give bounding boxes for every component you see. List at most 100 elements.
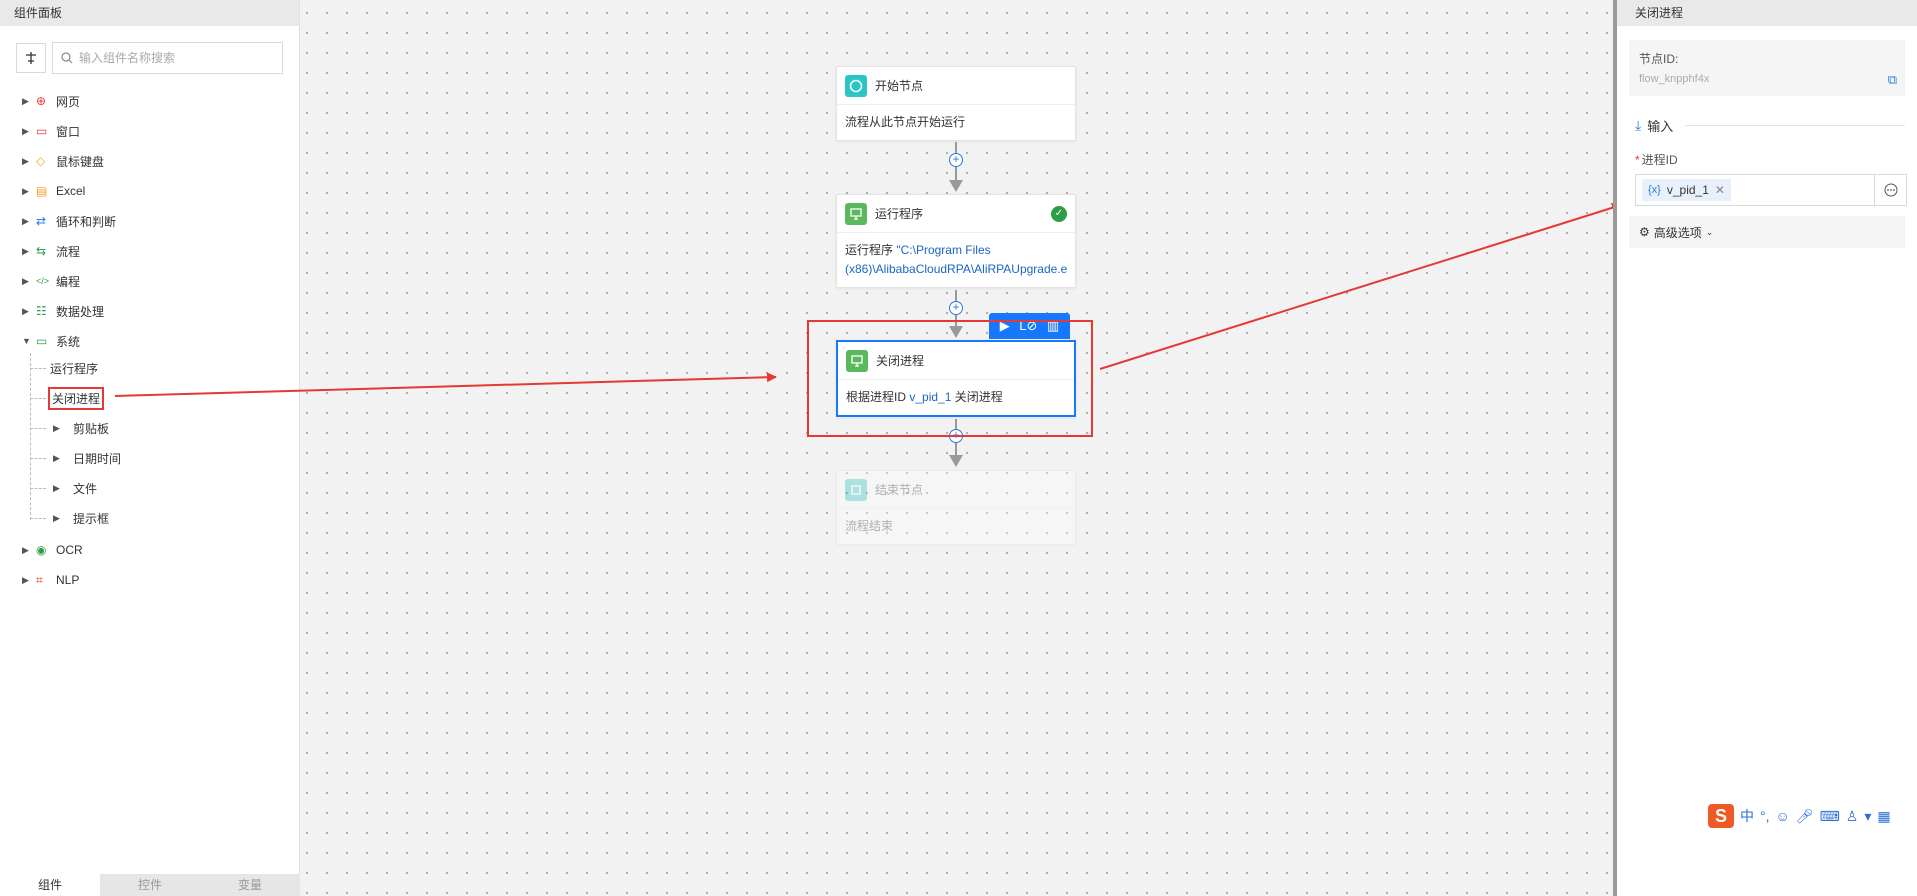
tree-item-label: OCR [56, 543, 83, 557]
flow-icon: ⇆ [36, 244, 47, 258]
tab-components[interactable]: 组件 [0, 874, 100, 896]
run-node-icon[interactable]: ▶ [1000, 318, 1010, 334]
node-variable: v_pid_1 [909, 390, 952, 404]
search-input[interactable] [79, 51, 279, 65]
node-close-process[interactable]: 关闭进程 根据进程ID v_pid_1 关闭进程 [836, 340, 1076, 417]
node-title: 关闭进程 [876, 354, 925, 368]
required-mark: * [1635, 153, 1640, 167]
tree-item-label: 循环和判断 [56, 214, 117, 229]
monitor-icon [846, 349, 868, 372]
more-options-button[interactable] [1875, 174, 1907, 206]
panel-title: 组件面板 [0, 0, 299, 26]
tree-item-label: NLP [56, 573, 80, 587]
caret-right-icon: ▶ [22, 305, 29, 316]
advanced-label: 高级选项 [1653, 225, 1702, 240]
advanced-options-toggle[interactable]: ⚙ 高级选项 ⌄ [1629, 216, 1905, 248]
emoji-icon[interactable]: ☺ [1776, 808, 1790, 824]
caret-right-icon: ▶ [53, 422, 60, 433]
section-divider [1685, 125, 1905, 126]
tree-item-web[interactable]: ▶ ⊕ 网页 [22, 86, 299, 116]
tree-item-system[interactable]: ▼ ▭ 系统 [22, 326, 299, 356]
gear-icon: ⚙ [1639, 225, 1650, 239]
node-run-program[interactable]: 运行程序 ✓ 运行程序 "C:\Program Files (x86)\Alib… [836, 194, 1076, 288]
add-node-icon[interactable]: + [949, 153, 963, 167]
process-id-input[interactable]: {x} v_pid_1 ✕ [1635, 174, 1875, 206]
section-title: 输入 [1647, 119, 1674, 134]
search-row [0, 26, 299, 84]
add-node-icon[interactable]: + [949, 429, 963, 443]
field-label-text: 进程ID [1641, 153, 1678, 167]
grid-icon[interactable]: ▦ [1877, 808, 1890, 825]
caret-right-icon: ▶ [22, 185, 29, 196]
mic-icon[interactable]: 🎤︎ [1796, 808, 1814, 825]
monitor-icon: ▭ [36, 334, 48, 348]
tree-item-mouse-keyboard[interactable]: ▶ ◇ 鼠标键盘 [22, 146, 299, 176]
tree-item-flow[interactable]: ▶ ⇆ 流程 [22, 236, 299, 266]
caret-right-icon: ▶ [53, 512, 60, 523]
node-title: 结束节点 [875, 483, 924, 497]
tree-item-label: 提示框 [73, 511, 110, 526]
sogou-logo-icon[interactable]: S [1708, 804, 1734, 828]
component-panel: 组件面板 ▶ ⊕ 网页 ▶ ▭ 窗口 ▶ ◇ 鼠标键盘 ▶ ▤ Excel [0, 0, 300, 896]
tree-item-label: 关闭进程 [47, 386, 105, 410]
caret-right-icon: ▶ [22, 125, 29, 136]
tree-item-window[interactable]: ▶ ▭ 窗口 [22, 116, 299, 146]
tree-item-label: 数据处理 [56, 304, 105, 319]
tab-controls[interactable]: 控件 [100, 874, 200, 896]
close-icon[interactable]: ✕ [1715, 183, 1725, 197]
tree-item-data[interactable]: ▶ ☷ 数据处理 [22, 296, 299, 326]
arrow-down-icon [949, 326, 963, 338]
tree-item-clipboard[interactable]: ▶ 剪贴板 [0, 413, 300, 443]
add-node-icon[interactable]: + [949, 301, 963, 315]
tree-item-file[interactable]: ▶ 文件 [0, 473, 300, 503]
tree-item-label: 编程 [56, 274, 81, 289]
copy-icon[interactable]: ⧉ [1888, 72, 1897, 88]
node-start[interactable]: 开始节点 流程从此节点开始运行 [836, 66, 1076, 141]
tree-item-excel[interactable]: ▶ ▤ Excel [22, 176, 299, 206]
tree-item-label: 运行程序 [50, 361, 99, 376]
node-body: 流程从此节点开始运行 [837, 105, 1075, 140]
tree-item-datetime[interactable]: ▶ 日期时间 [0, 443, 300, 473]
start-node-icon [845, 74, 867, 97]
variable-tag[interactable]: {x} v_pid_1 ✕ [1642, 179, 1731, 201]
tree-item-nlp[interactable]: ▶ ⌗ NLP [22, 565, 83, 595]
tree-item-loop[interactable]: ▶ ⇄ 循环和判断 [22, 206, 299, 236]
caret-right-icon: ▶ [22, 275, 29, 286]
tree-item-dialog[interactable]: ▶ 提示框 [0, 503, 300, 533]
node-description: 运行程序 [845, 243, 897, 257]
caret-right-icon: ▶ [22, 95, 29, 106]
keyboard-icon[interactable]: ⌨ [1820, 808, 1840, 825]
disable-node-icon[interactable]: L⊘ [1019, 318, 1037, 334]
tree-item-label: 文件 [73, 481, 98, 496]
tree-item-close-process[interactable]: 关闭进程 [0, 383, 300, 413]
tree-item-label: Excel [56, 184, 86, 198]
properties-panel: 关闭进程 节点ID: flow_knpphf4x ⧉ ⤓ 输入 * 进程ID {x… [1613, 0, 1917, 896]
tree-item-run-program[interactable]: 运行程序 [0, 353, 300, 383]
delete-icon[interactable]: ▥ [1047, 318, 1059, 334]
node-end[interactable]: 结束节点 流程结束 [836, 470, 1076, 545]
mouse-keyboard-icon: ◇ [36, 154, 46, 168]
node-body: 根据进程ID v_pid_1 关闭进程 [838, 380, 1074, 415]
user-icon[interactable]: ♙ [1846, 808, 1859, 825]
tree-dash [30, 398, 46, 399]
arrow-down-icon [949, 455, 963, 467]
skin-icon[interactable]: ▾ [1864, 808, 1871, 825]
caret-right-icon: ▶ [53, 482, 60, 493]
ime-punctuation[interactable]: °, [1760, 808, 1770, 824]
tab-variables[interactable]: 变量 [200, 874, 300, 896]
search-icon [61, 52, 73, 64]
node-id-value: flow_knpphf4x [1639, 73, 1710, 85]
ime-language[interactable]: 中 [1740, 806, 1754, 826]
node-description-suffix: 关闭进程 [951, 390, 1003, 404]
tree-item-code[interactable]: ▶ </> 编程 [22, 266, 299, 296]
tree-item-label: 流程 [56, 244, 81, 259]
node-toolbar: ▶ L⊘ ▥ [989, 313, 1070, 339]
node-header: 结束节点 [837, 471, 1075, 509]
node-header: 关闭进程 [838, 342, 1074, 380]
pin-icon [26, 52, 36, 64]
node-header: 运行程序 ✓ [837, 195, 1075, 233]
pin-button[interactable] [16, 43, 46, 73]
loop-icon: ⇄ [36, 214, 47, 228]
variable-tag-label: v_pid_1 [1666, 183, 1709, 197]
tree-item-ocr[interactable]: ▶ ◉ OCR [22, 535, 83, 565]
